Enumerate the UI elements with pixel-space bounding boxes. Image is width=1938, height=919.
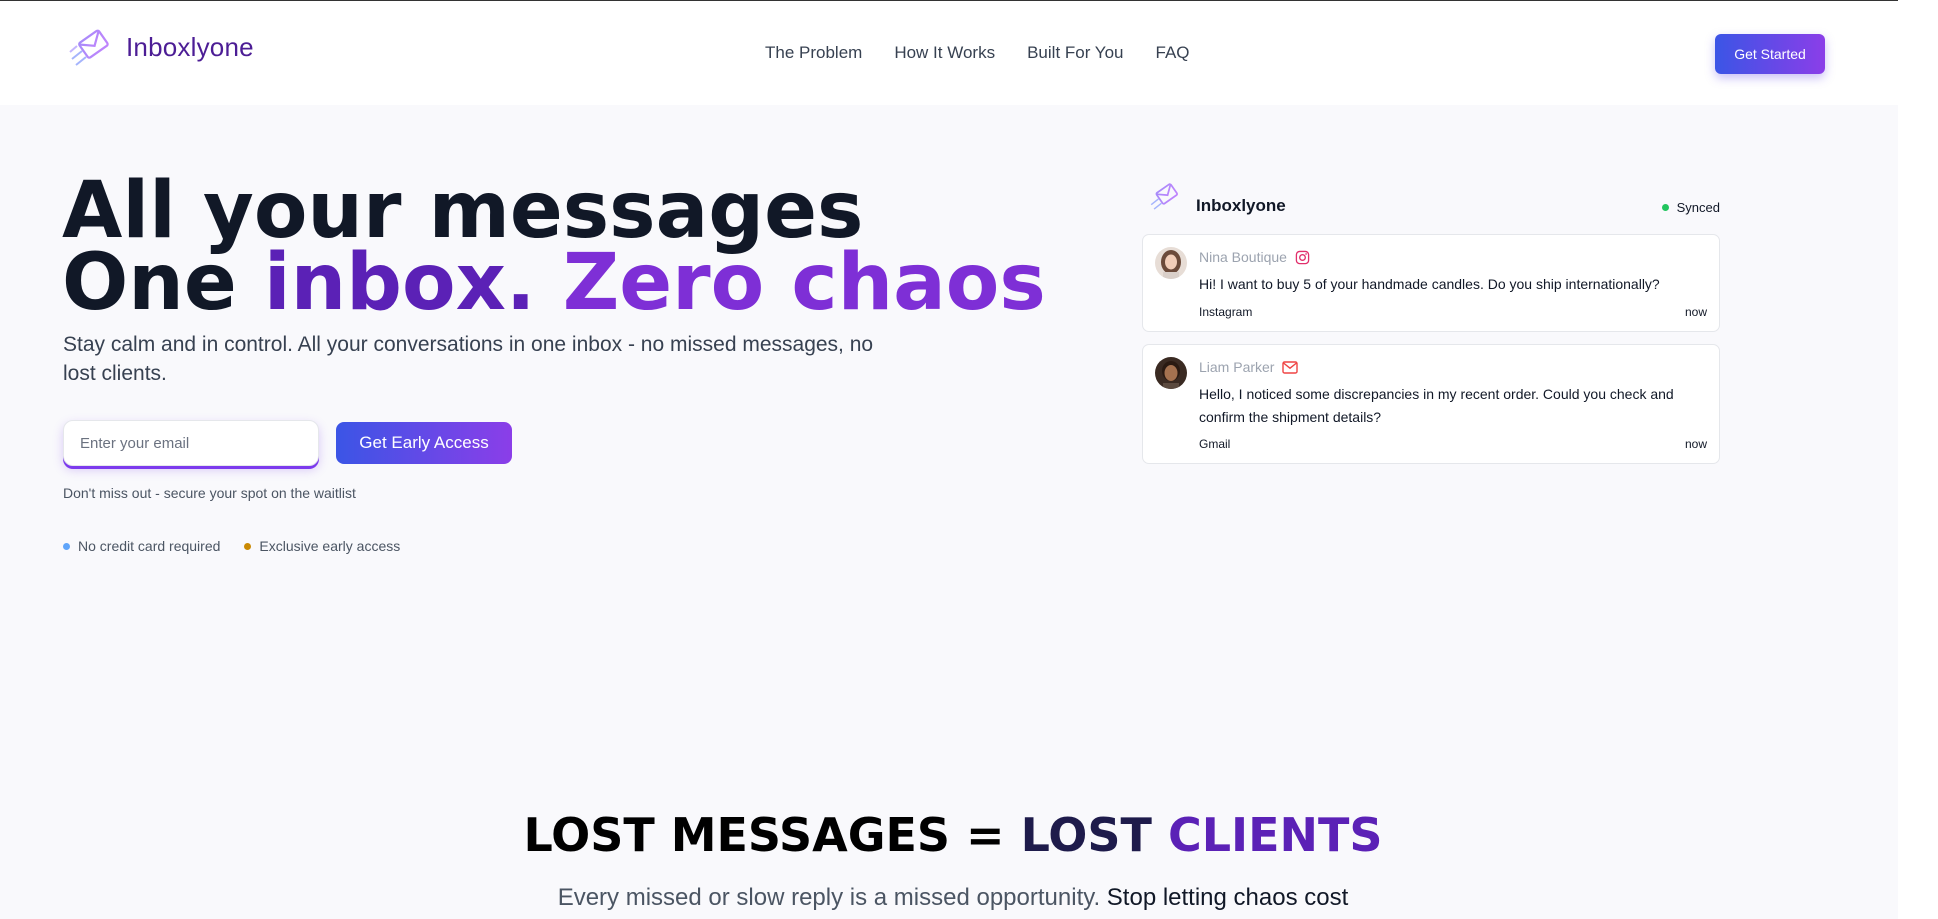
nav-link-built-for-you[interactable]: Built For You bbox=[1027, 43, 1123, 63]
message-card[interactable]: Liam Parker Hello, I noticed some discre… bbox=[1142, 344, 1720, 464]
subtitle-part-1: Every missed or slow reply is a missed o… bbox=[557, 884, 1107, 911]
sync-status-label: Synced bbox=[1676, 200, 1720, 215]
avatar bbox=[1155, 247, 1187, 279]
site-header: Inboxlyone The Problem How It Works Buil… bbox=[0, 1, 1898, 105]
man-avatar-icon bbox=[1155, 357, 1187, 389]
hero-subtitle: Stay calm and in control. All your conve… bbox=[63, 333, 874, 385]
email-input[interactable] bbox=[63, 420, 319, 466]
get-early-access-button[interactable]: Get Early Access bbox=[336, 422, 512, 464]
message-sender: Liam Parker bbox=[1199, 359, 1299, 375]
instagram-icon bbox=[1295, 250, 1310, 264]
brand-name: Inboxlyone bbox=[126, 31, 254, 62]
nav-link-the-problem[interactable]: The Problem bbox=[765, 43, 862, 63]
headline-one: One bbox=[62, 238, 264, 328]
nav-link-faq[interactable]: FAQ bbox=[1156, 43, 1190, 63]
perks-list: No credit card required Exclusive early … bbox=[63, 538, 400, 554]
message-time: now bbox=[1684, 437, 1707, 451]
perk-label: Exclusive early access bbox=[259, 538, 401, 554]
status-dot-icon bbox=[1661, 204, 1669, 211]
perk-label: No credit card required bbox=[78, 538, 221, 554]
woman-avatar-icon bbox=[1155, 247, 1187, 279]
title-lost: LOST bbox=[1020, 808, 1168, 862]
mail-icon bbox=[1282, 360, 1299, 374]
message-body: Hello, I noticed some discrepancies in m… bbox=[1199, 386, 1674, 425]
page-right-edge bbox=[1898, 0, 1938, 919]
headline-inbox: inbox. bbox=[263, 238, 536, 328]
subtitle-part-2: Stop letting chaos cost bbox=[1106, 884, 1349, 911]
message-time: now bbox=[1684, 305, 1707, 319]
sync-status: Synced bbox=[1661, 200, 1720, 215]
preview-title: Inboxlyone bbox=[1196, 196, 1286, 215]
title-lost-messages: LOST MESSAGES = bbox=[523, 808, 1021, 862]
message-sender: Nina Boutique bbox=[1199, 249, 1310, 265]
sender-name: Liam Parker bbox=[1199, 359, 1275, 375]
waitlist-note: Don't miss out - secure your spot on the… bbox=[63, 485, 356, 501]
envelope-logo-icon bbox=[1150, 183, 1178, 210]
message-source: Gmail bbox=[1199, 437, 1231, 451]
problem-section-title: LOST MESSAGES = LOST CLIENTS bbox=[0, 808, 1906, 862]
envelope-logo-icon bbox=[69, 29, 109, 66]
problem-section-subtitle: Every missed or slow reply is a missed o… bbox=[0, 884, 1906, 912]
brand-logo[interactable]: Inboxlyone bbox=[68, 25, 254, 69]
title-clients: CLIENTS bbox=[1167, 808, 1383, 862]
get-started-button[interactable]: Get Started bbox=[1715, 34, 1825, 74]
preview-header: Inboxlyone Synced bbox=[1142, 180, 1720, 230]
message-body: Hi! I want to buy 5 of your handmade can… bbox=[1199, 276, 1660, 292]
blue-dot-icon bbox=[63, 542, 70, 550]
perk-item: No credit card required bbox=[63, 538, 220, 554]
avatar bbox=[1155, 357, 1187, 389]
nav-link-how-it-works[interactable]: How It Works bbox=[894, 43, 995, 63]
gold-dot-icon bbox=[244, 542, 252, 550]
perk-item: Exclusive early access bbox=[244, 538, 400, 554]
hero-headline-line2: One inbox. Zero chaos bbox=[62, 238, 1046, 328]
sender-name: Nina Boutique bbox=[1199, 249, 1287, 265]
main-nav: The Problem How It Works Built For You F… bbox=[765, 43, 1190, 63]
inbox-preview-card: Inboxlyone Synced Nina Boutique Hi! I wa… bbox=[1142, 180, 1720, 464]
headline-zero-chaos: Zero chaos bbox=[535, 238, 1046, 328]
message-card[interactable]: Nina Boutique Hi! I want to buy 5 of you… bbox=[1142, 234, 1720, 332]
message-source: Instagram bbox=[1199, 305, 1253, 319]
